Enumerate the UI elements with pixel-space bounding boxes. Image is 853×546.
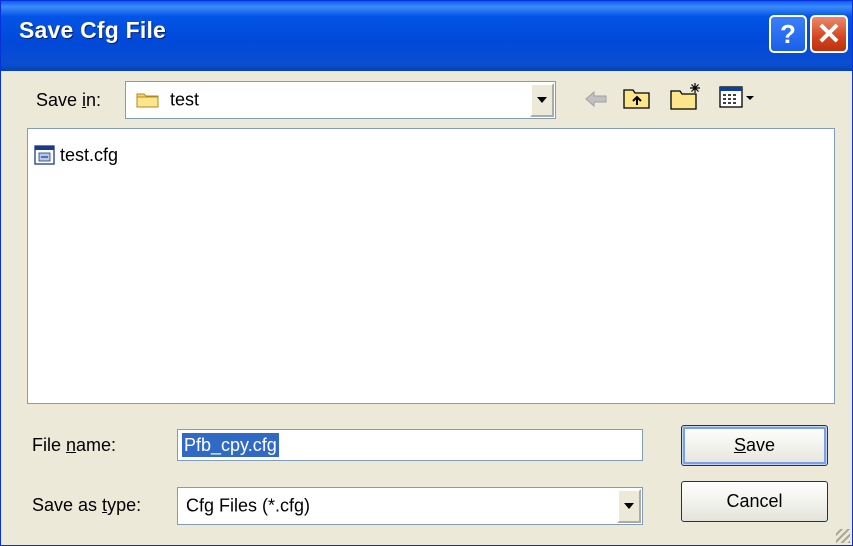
help-button[interactable]: ? — [769, 15, 807, 53]
cancel-button-label: Cancel — [726, 491, 783, 511]
save-in-folder: test — [170, 89, 200, 110]
chevron-down-icon — [537, 97, 547, 103]
save-in-label: Save in: — [36, 90, 102, 110]
up-folder-icon[interactable] — [622, 85, 652, 111]
save-as-type-value: Cfg Files (*.cfg) — [186, 495, 311, 516]
cfg-file-icon — [34, 145, 55, 165]
chevron-down-icon — [624, 503, 634, 509]
save-as-type-dropdown[interactable]: Cfg Files (*.cfg) — [177, 487, 643, 525]
help-icon: ? — [780, 18, 796, 49]
folder-icon — [136, 93, 159, 108]
window-title: Save Cfg File — [19, 17, 167, 43]
save-in-dropdown-button[interactable] — [530, 83, 554, 117]
file-name: test.cfg — [60, 144, 119, 165]
resize-grip[interactable] — [836, 529, 850, 543]
save-button[interactable]: Save — [681, 425, 828, 466]
save-as-type-dropdown-button[interactable] — [617, 489, 641, 523]
cancel-button[interactable]: Cancel — [681, 481, 828, 522]
file-name-input[interactable]: Pfb_cpy.cfg — [177, 429, 643, 461]
file-name-label: File name: — [32, 435, 117, 455]
save-in-dropdown[interactable]: test — [125, 81, 556, 119]
save-as-type-label: Save as type: — [32, 495, 142, 515]
save-button-label: ave — [745, 435, 776, 455]
view-menu-icon[interactable] — [718, 85, 758, 111]
list-item[interactable]: test.cfg — [34, 143, 118, 167]
file-name-value: Pfb_cpy.cfg — [182, 433, 279, 457]
title-bar[interactable]: Save Cfg File ? ✕ — [1, 1, 852, 71]
save-button-accel: S — [733, 435, 746, 455]
new-folder-icon[interactable] — [669, 81, 703, 111]
file-list[interactable]: test.cfg — [27, 128, 835, 404]
back-arrow-icon[interactable] — [583, 88, 609, 110]
close-icon: ✕ — [816, 17, 842, 51]
close-button[interactable]: ✕ — [810, 15, 848, 53]
save-dialog: Save Cfg File ? ✕ Save in: test test.cfg… — [0, 0, 853, 546]
